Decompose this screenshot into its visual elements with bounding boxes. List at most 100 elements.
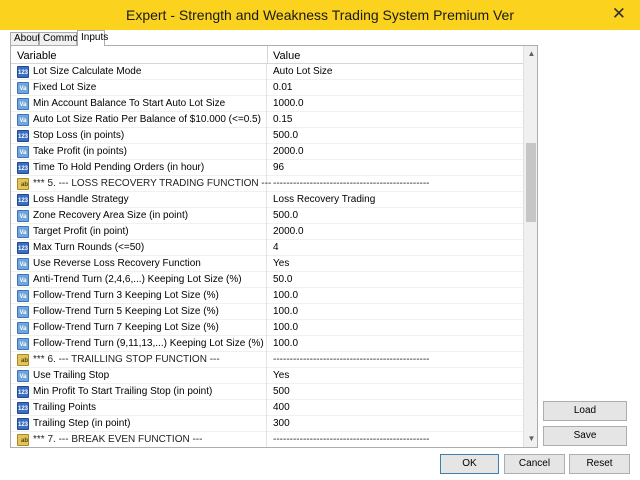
table-row[interactable]: Va Follow-Trend Turn 7 Keeping Lot Size (… (11, 320, 523, 336)
table-row[interactable]: Va Fixed Lot Size 0.01 (11, 80, 523, 96)
table-row[interactable]: 123 Lot Size Calculate Mode Auto Lot Size (11, 64, 523, 80)
scroll-up-icon[interactable]: ▲ (524, 46, 537, 62)
variable-name: Follow-Trend Turn 5 Keeping Lot Size (%) (33, 306, 219, 317)
table-row[interactable]: 123 Min Profit To Start Trailing Stop (in… (11, 384, 523, 400)
value-type-icon: Va (17, 258, 29, 270)
value-type-icon: Va (17, 82, 29, 94)
variable-cell: Va Follow-Trend Turn (9,11,13,...) Keepin… (11, 336, 267, 352)
variable-name: *** 5. --- LOSS RECOVERY TRADING FUNCTIO… (33, 178, 272, 189)
table-row[interactable]: Va Use Reverse Loss Recovery Function Yes (11, 256, 523, 272)
tab-inputs[interactable]: Inputs (77, 30, 108, 46)
variable-cell: ab *** 5. --- LOSS RECOVERY TRADING FUNCT… (11, 176, 271, 192)
value-type-icon: Va (17, 306, 29, 318)
variable-name: Follow-Trend Turn (9,11,13,...) Keeping … (33, 338, 264, 349)
value-cell[interactable]: 100.0 (273, 290, 298, 301)
value-cell[interactable]: Auto Lot Size (273, 66, 332, 77)
value-type-icon: Va (17, 146, 29, 158)
value-cell[interactable]: 100.0 (273, 322, 298, 333)
column-header-value[interactable]: Value (273, 50, 300, 62)
scroll-thumb[interactable] (526, 143, 536, 222)
variable-name: *** 6. --- TRAILLING STOP FUNCTION --- (33, 354, 220, 365)
value-cell[interactable]: ----------------------------------------… (273, 434, 430, 445)
variable-cell: 123 Loss Handle Strategy (11, 192, 267, 208)
value-cell[interactable]: 2000.0 (273, 146, 304, 157)
variable-cell: 123 Trailing Step (in point) (11, 416, 267, 432)
value-cell[interactable]: 500.0 (273, 210, 298, 221)
value-cell[interactable]: 4 (273, 242, 279, 253)
value-cell[interactable]: 500 (273, 386, 290, 397)
table-row[interactable]: Va Follow-Trend Turn 3 Keeping Lot Size (… (11, 288, 523, 304)
value-type-icon: Va (17, 226, 29, 238)
value-cell[interactable]: 500.0 (273, 130, 298, 141)
table-row[interactable]: Va Zone Recovery Area Size (in point) 500.… (11, 208, 523, 224)
value-type-icon: Va (17, 114, 29, 126)
value-cell[interactable]: 1000.0 (273, 98, 304, 109)
variable-name: Follow-Trend Turn 7 Keeping Lot Size (%) (33, 322, 219, 333)
variable-cell: Va Use Trailing Stop (11, 368, 267, 384)
value-cell[interactable]: 300 (273, 418, 290, 429)
tab-common[interactable]: Common (39, 32, 84, 45)
table-row[interactable]: Va Follow-Trend Turn 5 Keeping Lot Size (… (11, 304, 523, 320)
column-separator[interactable] (267, 46, 268, 64)
tab-about[interactable]: About (10, 32, 40, 45)
table-row[interactable]: Va Auto Lot Size Ratio Per Balance of $10… (11, 112, 523, 128)
table-row[interactable]: ab *** 5. --- LOSS RECOVERY TRADING FUNCT… (11, 176, 523, 192)
value-cell[interactable]: 400 (273, 402, 290, 413)
variable-cell: Va Follow-Trend Turn 7 Keeping Lot Size (… (11, 320, 267, 336)
scroll-down-icon[interactable]: ▼ (524, 431, 537, 447)
value-cell[interactable]: 96 (273, 162, 284, 173)
reset-button[interactable]: Reset (569, 454, 630, 474)
variable-name: Trailing Points (33, 402, 96, 413)
table-row[interactable]: 123 Stop Loss (in points) 500.0 (11, 128, 523, 144)
table-row[interactable]: 123 Max Turn Rounds (<=50) 4 (11, 240, 523, 256)
integer-type-icon: 123 (17, 130, 29, 142)
table-row[interactable]: ab *** 7. --- BREAK EVEN FUNCTION --- ----… (11, 432, 523, 447)
table-row[interactable]: Va Target Profit (in point) 2000.0 (11, 224, 523, 240)
variable-cell: Va Fixed Lot Size (11, 80, 267, 96)
value-cell[interactable]: Yes (273, 258, 289, 269)
column-header-variable[interactable]: Variable (17, 50, 57, 62)
table-row[interactable]: 123 Loss Handle Strategy Loss Recovery Tra… (11, 192, 523, 208)
table-row[interactable]: Va Use Trailing Stop Yes (11, 368, 523, 384)
table-row[interactable]: 123 Time To Hold Pending Orders (in hour)… (11, 160, 523, 176)
vertical-scrollbar[interactable]: ▲ ▼ (523, 46, 537, 447)
table-row[interactable]: Va Take Profit (in points) 2000.0 (11, 144, 523, 160)
integer-type-icon: 123 (17, 66, 29, 78)
table-row[interactable]: Va Follow-Trend Turn (9,11,13,...) Keepin… (11, 336, 523, 352)
table-row[interactable]: 123 Trailing Step (in point) 300 (11, 416, 523, 432)
load-button[interactable]: Load (543, 401, 627, 421)
table-row[interactable]: Va Anti-Trend Turn (2,4,6,...) Keeping Lo… (11, 272, 523, 288)
close-icon[interactable]: ✕ (612, 4, 626, 24)
integer-type-icon: 123 (17, 162, 29, 174)
integer-type-icon: 123 (17, 418, 29, 430)
value-cell[interactable]: ----------------------------------------… (273, 354, 430, 365)
variable-name: Zone Recovery Area Size (in point) (33, 210, 189, 221)
variable-cell: Va Anti-Trend Turn (2,4,6,...) Keeping Lo… (11, 272, 267, 288)
table-row[interactable]: 123 Trailing Points 400 (11, 400, 523, 416)
value-type-icon: Va (17, 290, 29, 302)
variable-name: Target Profit (in point) (33, 226, 129, 237)
value-cell[interactable]: Yes (273, 370, 289, 381)
value-type-icon: Va (17, 210, 29, 222)
value-cell[interactable]: 0.15 (273, 114, 292, 125)
variable-cell: Va Take Profit (in points) (11, 144, 267, 160)
string-type-icon: ab (17, 434, 29, 446)
value-cell[interactable]: 2000.0 (273, 226, 304, 237)
value-cell[interactable]: 50.0 (273, 274, 292, 285)
value-type-icon: Va (17, 98, 29, 110)
table-row[interactable]: Va Min Account Balance To Start Auto Lot … (11, 96, 523, 112)
variable-name: Use Reverse Loss Recovery Function (33, 258, 201, 269)
value-cell[interactable]: Loss Recovery Trading (273, 194, 375, 205)
cancel-button[interactable]: Cancel (504, 454, 565, 474)
integer-type-icon: 123 (17, 402, 29, 414)
value-type-icon: Va (17, 338, 29, 350)
value-cell[interactable]: 0.01 (273, 82, 292, 93)
table-row[interactable]: ab *** 6. --- TRAILLING STOP FUNCTION ---… (11, 352, 523, 368)
value-cell[interactable]: ----------------------------------------… (273, 178, 430, 189)
value-cell[interactable]: 100.0 (273, 338, 298, 349)
value-cell[interactable]: 100.0 (273, 306, 298, 317)
variable-cell: Va Auto Lot Size Ratio Per Balance of $10… (11, 112, 267, 128)
ok-button[interactable]: OK (440, 454, 499, 474)
save-button[interactable]: Save (543, 426, 627, 446)
window-title: Expert - Strength and Weakness Trading S… (125, 7, 515, 23)
